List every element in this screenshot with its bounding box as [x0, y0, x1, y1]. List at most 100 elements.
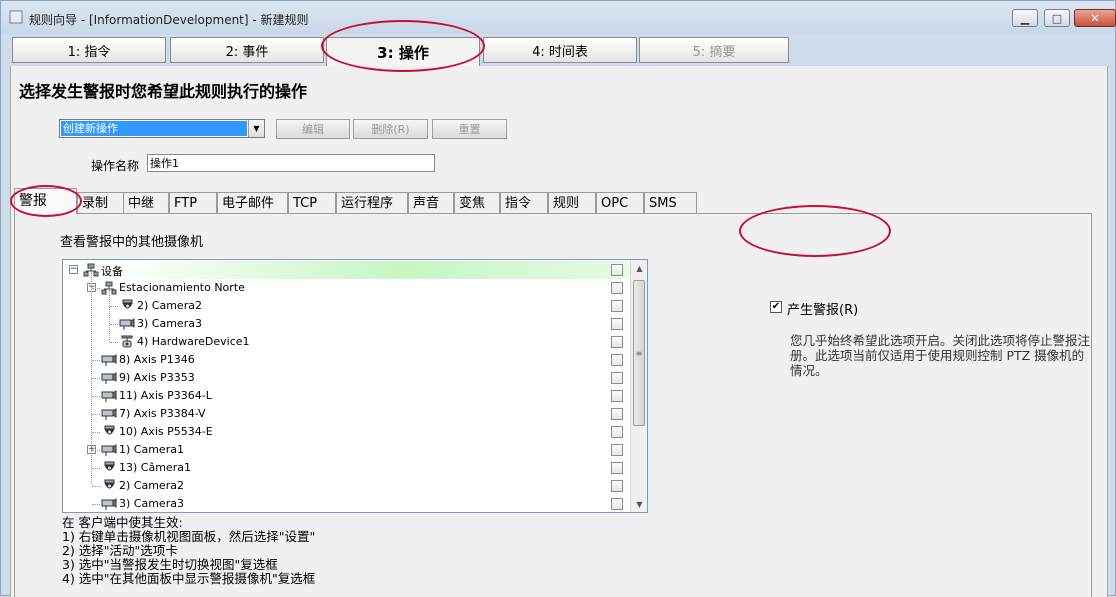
- tree-connector: [110, 342, 118, 343]
- scroll-thumb[interactable]: ≡: [633, 280, 645, 426]
- maximize-button[interactable]: □: [1044, 9, 1070, 27]
- step-tab-summary[interactable]: 5: 摘要: [639, 37, 789, 63]
- tree-item-checkbox[interactable]: [611, 498, 623, 510]
- subtab-tcp[interactable]: TCP: [288, 192, 336, 213]
- subtab-record[interactable]: 录制: [77, 192, 125, 213]
- box-camera-icon: [119, 317, 135, 331]
- tree-item-checkbox[interactable]: [611, 336, 623, 348]
- delete-button[interactable]: 删除(R): [353, 119, 428, 139]
- tree-connector: [110, 306, 118, 307]
- subtab-run-program[interactable]: 运行程序: [336, 192, 408, 213]
- generate-alarm-label[interactable]: 产生警报(R): [787, 299, 858, 318]
- subtab-opc[interactable]: OPC: [596, 192, 644, 213]
- step-tab-events[interactable]: 2: 事件: [170, 37, 324, 63]
- tree-item-label: Estacionamiento Norte: [119, 281, 245, 294]
- tree-scrollbar[interactable]: ▲ ≡ ▼: [630, 260, 647, 512]
- title-bar[interactable]: 规则向导 - [InformationDevelopment] - 新建规则 ▁…: [1, 1, 1116, 34]
- tree-item-label: 11) Axis P3364-L: [119, 389, 212, 402]
- tree-row[interactable]: 3) Camera3: [63, 315, 631, 333]
- tree-item-checkbox[interactable]: [611, 354, 623, 366]
- action-select[interactable]: 创建新操作 ▼: [59, 119, 265, 138]
- tree-connector: [92, 414, 100, 415]
- minimize-button[interactable]: ▁: [1012, 9, 1038, 27]
- tree-row[interactable]: 13) Câmera1: [63, 459, 631, 477]
- tree-row[interactable]: 2) Camera2: [63, 477, 631, 495]
- tree-row[interactable]: 11) Axis P3364-L: [63, 387, 631, 405]
- step-tab-instructions[interactable]: 1: 指令: [12, 37, 166, 63]
- tree-item-label: 4) HardwareDevice1: [137, 335, 250, 348]
- tree-connector: [92, 432, 100, 433]
- tree-connector: [109, 290, 110, 342]
- client-instructions: 在 客户端中使其生效: 1) 右键单击摄像机视图面板，然后选择"设置" 2) 选…: [62, 516, 315, 586]
- tree-item-label: 3) Camera3: [119, 497, 184, 510]
- tree-item-label: 7) Axis P3384-V: [119, 407, 206, 420]
- action-select-value: 创建新操作: [61, 121, 247, 136]
- tree-row[interactable]: − 设备: [63, 261, 631, 279]
- tree-row[interactable]: − Estacionamiento Norte: [63, 279, 631, 297]
- dropdown-arrow-icon[interactable]: ▼: [248, 120, 264, 137]
- tree-row[interactable]: 2) Camera2: [63, 297, 631, 315]
- tree-row[interactable]: 8) Axis P1346: [63, 351, 631, 369]
- tree-row[interactable]: 9) Axis P3353: [63, 369, 631, 387]
- tree-item-checkbox[interactable]: [611, 426, 623, 438]
- tree-connector: [92, 504, 100, 505]
- box-camera-icon: [101, 497, 117, 511]
- close-button[interactable]: ✕: [1074, 9, 1116, 27]
- collapse-icon[interactable]: −: [69, 265, 78, 274]
- instruction-line: 在 客户端中使其生效:: [62, 515, 183, 530]
- subtab-rules[interactable]: 规则: [548, 192, 596, 213]
- tree-item-checkbox[interactable]: [611, 444, 623, 456]
- box-camera-icon: [101, 389, 117, 403]
- step-tab-schedule[interactable]: 4: 时间表: [483, 37, 637, 63]
- action-name-label: 操作名称: [91, 159, 140, 173]
- dome-camera-icon: [101, 461, 117, 475]
- box-camera-icon: [101, 443, 117, 457]
- subtab-sound[interactable]: 声音: [408, 192, 454, 213]
- tree-row[interactable]: 10) Axis P5534-E: [63, 423, 631, 441]
- generate-alarm-checkbox[interactable]: ✔: [770, 301, 782, 313]
- tree-item-label: 13) Câmera1: [119, 461, 191, 474]
- subtab-sms[interactable]: SMS: [644, 192, 697, 213]
- tree-connector: [92, 396, 100, 397]
- app-icon: [9, 10, 23, 24]
- tree-item-checkbox[interactable]: [611, 480, 623, 492]
- subtab-alarm[interactable]: 警报: [14, 188, 77, 214]
- tree-row[interactable]: 7) Axis P3384-V: [63, 405, 631, 423]
- dome-camera-icon: [101, 425, 117, 439]
- window-title: 规则向导 - [InformationDevelopment] - 新建规则: [29, 13, 309, 27]
- tree-item-label: 设备: [101, 265, 123, 278]
- tree-item-checkbox[interactable]: [611, 318, 623, 330]
- tree-item-label: 3) Camera3: [137, 317, 202, 330]
- tree-connector: [92, 360, 100, 361]
- edit-button[interactable]: 编辑: [276, 119, 350, 139]
- tree-item-label: 10) Axis P5534-E: [119, 425, 213, 438]
- step-tab-actions[interactable]: 3: 操作: [326, 37, 480, 67]
- tree-connector: [92, 468, 100, 469]
- generate-alarm-description: 您几乎始终希望此选项开启。关闭此选项将停止警报注册。此选项当前仅适用于使用规则控…: [790, 333, 1091, 378]
- reset-button[interactable]: 重置: [432, 119, 507, 139]
- tree-item-checkbox[interactable]: [611, 462, 623, 474]
- tree-item-label: 1) Camera1: [119, 443, 184, 456]
- dome-camera-icon: [119, 299, 135, 313]
- tree-item-checkbox[interactable]: [611, 264, 623, 276]
- subtab-command[interactable]: 指令: [500, 192, 548, 213]
- page-heading: 选择发生警报时您希望此规则执行的操作: [19, 82, 308, 101]
- tree-item-checkbox[interactable]: [611, 372, 623, 384]
- scroll-up-icon[interactable]: ▲: [631, 260, 647, 276]
- tree-row[interactable]: 3) Camera3: [63, 495, 631, 512]
- scroll-down-icon[interactable]: ▼: [631, 496, 647, 512]
- tree-item-checkbox[interactable]: [611, 390, 623, 402]
- tree-item-checkbox[interactable]: [611, 282, 623, 294]
- rule-wizard-window: 规则向导 - [InformationDevelopment] - 新建规则 ▁…: [0, 0, 1116, 597]
- action-name-input[interactable]: [147, 154, 435, 172]
- subtab-ftp[interactable]: FTP: [169, 192, 217, 213]
- subtab-zoom[interactable]: 变焦: [454, 192, 500, 213]
- subtab-email[interactable]: 电子邮件: [217, 192, 288, 213]
- tree-item-checkbox[interactable]: [611, 408, 623, 420]
- tree-item-checkbox[interactable]: [611, 300, 623, 312]
- tree-row[interactable]: 4) HardwareDevice1: [63, 333, 631, 351]
- tree-connector: [92, 378, 100, 379]
- subtab-relay[interactable]: 中继: [123, 192, 169, 213]
- tree-row[interactable]: +1) Camera1: [63, 441, 631, 459]
- camera-tree[interactable]: − 设备 − Estacionamiento Norte 2) Camera2 3) Ca…: [62, 259, 648, 513]
